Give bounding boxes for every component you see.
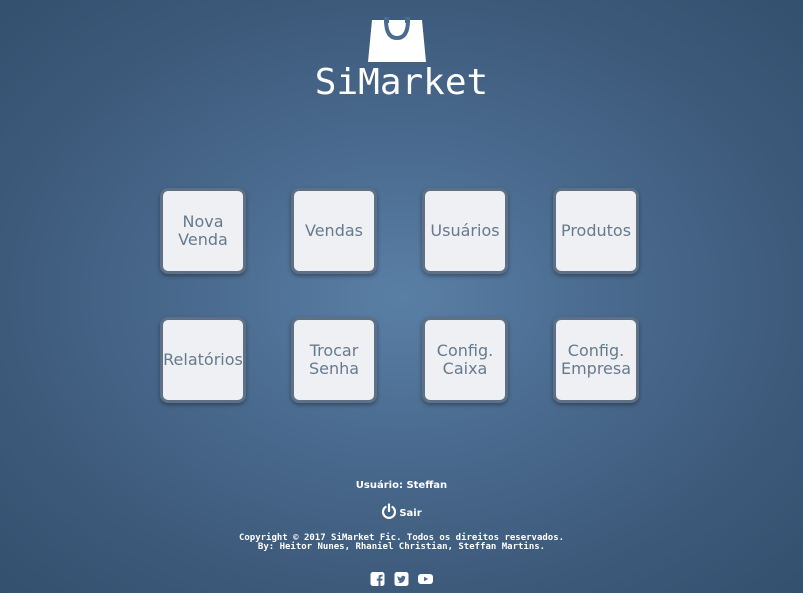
tile-trocar-senha[interactable]: Trocar Senha	[291, 317, 377, 403]
menu-grid: Nova Venda Vendas Usuários Produtos Rela…	[160, 188, 644, 408]
logout-label: Sair	[399, 508, 422, 519]
current-user: Usuário: Steffan	[355, 480, 448, 491]
tile-nova-venda[interactable]: Nova Venda	[160, 188, 246, 274]
shopping-bag-icon	[368, 17, 426, 62]
logout-area: Sair	[0, 503, 803, 522]
tile-usuarios[interactable]: Usuários	[422, 188, 508, 274]
tile-config-caixa[interactable]: Config. Caixa	[422, 317, 508, 403]
tile-produtos[interactable]: Produtos	[553, 188, 639, 274]
youtube-icon[interactable]	[418, 571, 434, 585]
copyright-line-2: By: Heitor Nunes, Rhaniel Christian, Ste…	[257, 542, 546, 552]
facebook-icon[interactable]	[370, 571, 385, 586]
tile-vendas[interactable]: Vendas	[291, 188, 377, 274]
tile-relatorios[interactable]: Relatórios	[160, 317, 246, 403]
brand-name: SiMarket	[314, 62, 489, 103]
power-icon	[382, 503, 397, 519]
logout-link[interactable]: Sair	[381, 503, 422, 519]
copyright: Copyright © 2017 SiMarket Fic. Todos os …	[0, 534, 803, 552]
twitter-icon[interactable]	[394, 571, 409, 586]
tile-config-empresa[interactable]: Config. Empresa	[553, 317, 639, 403]
social-links	[0, 567, 803, 586]
